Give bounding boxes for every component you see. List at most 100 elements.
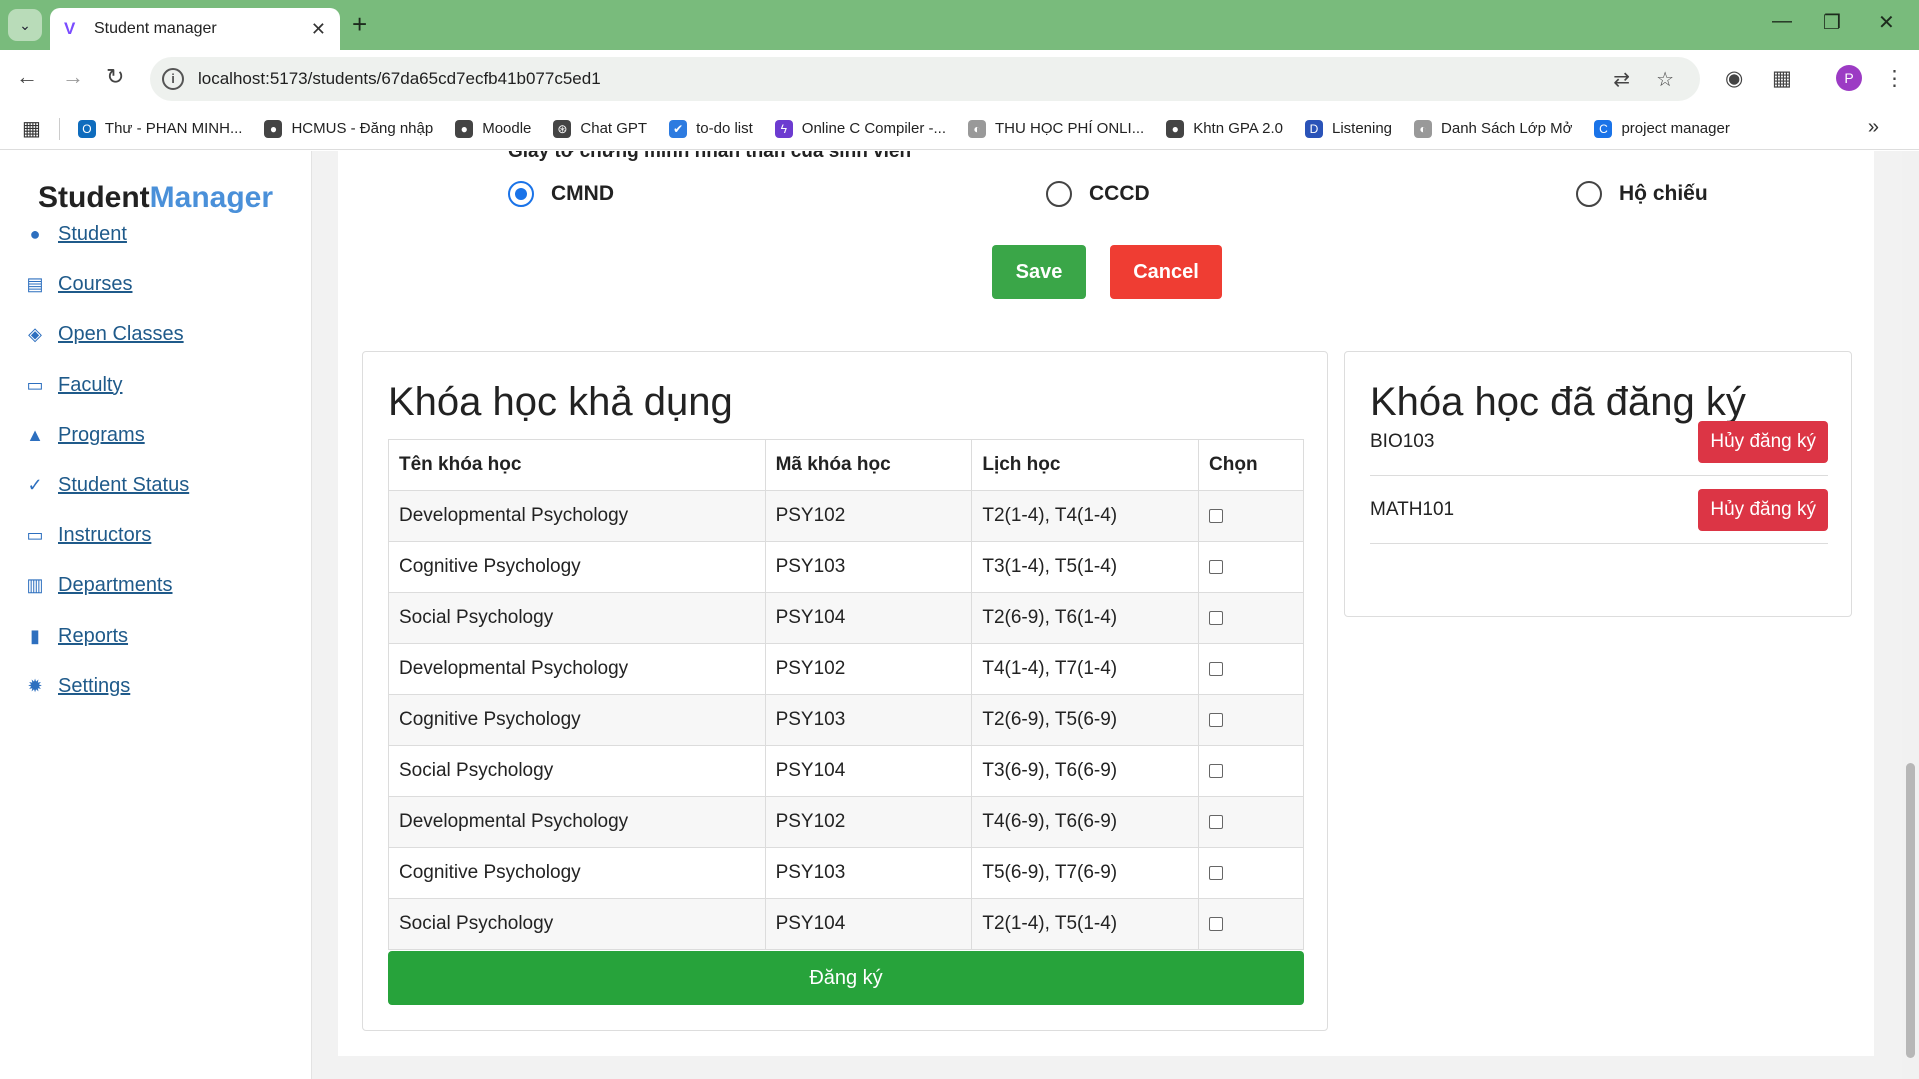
id-type-option[interactable]: CMND	[508, 181, 614, 207]
course-checkbox[interactable]	[1209, 712, 1224, 727]
star-icon[interactable]: ☆	[1656, 67, 1674, 92]
table-row: Developmental Psychology PSY102 T4(6-9), T…	[388, 796, 1304, 848]
cancel-button[interactable]: Cancel	[1110, 245, 1222, 299]
course-code-cell: PSY102	[764, 490, 973, 542]
browser-tab[interactable]: V Student manager ✕	[50, 8, 340, 50]
translate-icon[interactable]: ⇄	[1613, 67, 1630, 92]
bookmark-item[interactable]: ✔ to-do list	[669, 119, 753, 138]
course-schedule-cell: T5(6-9), T7(6-9)	[971, 847, 1200, 899]
more-bookmarks-icon[interactable]: »	[1868, 116, 1879, 139]
close-icon[interactable]: ✕	[311, 19, 326, 40]
table-row: Social Psychology PSY104 T2(1-4), T5(1-4)	[388, 898, 1304, 950]
forward-button[interactable]: →	[62, 64, 84, 90]
bookmark-item[interactable]: Cproject manager	[1594, 119, 1730, 138]
bookmark-item[interactable]: ϟ Online C Compiler -...	[774, 119, 946, 138]
bookmark-label: to-do list	[696, 120, 753, 137]
id-type-option[interactable]: CCCD	[1046, 181, 1150, 207]
course-schedule-cell: T2(6-9), T5(6-9)	[971, 694, 1200, 746]
sidebar-item-departments[interactable]: ▥ Departments	[24, 574, 172, 597]
back-button[interactable]: ←	[16, 64, 38, 90]
menu-icon[interactable]: ⋮	[1884, 66, 1905, 91]
check-icon: ✔	[669, 119, 688, 138]
d-icon: D	[1304, 119, 1323, 138]
chevron-down-icon: ⌄	[19, 16, 31, 33]
course-code-cell: PSY103	[764, 847, 973, 899]
course-checkbox[interactable]	[1209, 661, 1224, 676]
course-code-cell: PSY103	[764, 541, 973, 593]
sidebar-item-courses[interactable]: ▤ Courses	[24, 273, 132, 296]
gear-icon: ✹	[27, 675, 43, 696]
course-code-cell: PSY102	[764, 643, 973, 695]
new-tab-button[interactable]: +	[352, 10, 367, 38]
table-row: Social Psychology PSY104 T3(6-9), T6(6-9)	[388, 745, 1304, 797]
camera-icon[interactable]: ◉	[1725, 66, 1743, 91]
table-header: Tên khóa học Mã khóa học Lịch học Chọn	[388, 439, 1304, 491]
extensions-icon[interactable]: ▦	[1772, 66, 1792, 91]
course-code-cell: PSY104	[764, 898, 973, 950]
outlook-icon: O	[77, 119, 96, 138]
course-checkbox[interactable]	[1209, 508, 1224, 523]
radio-button[interactable]	[1046, 181, 1072, 207]
course-code: BIO103	[1370, 430, 1435, 452]
close-window-button[interactable]: ✕	[1878, 10, 1895, 35]
bookmark-item[interactable]: ● HCMUS - Đăng nhập	[264, 119, 434, 138]
address-bar[interactable]: i localhost:5173/students/67da65cd7ecfb4…	[150, 57, 1700, 101]
bookmark-item[interactable]: D Listening	[1304, 119, 1392, 138]
save-button[interactable]: Save	[992, 245, 1086, 299]
radio-button[interactable]	[508, 181, 534, 207]
unregister-button[interactable]: Hủy đăng ký	[1698, 488, 1828, 531]
page-scrollbar[interactable]	[1902, 151, 1919, 1079]
course-schedule-cell: T4(1-4), T7(1-4)	[971, 643, 1200, 695]
course-code-cell: PSY104	[764, 745, 973, 797]
course-checkbox[interactable]	[1209, 610, 1224, 625]
register-button[interactable]: Đăng ký	[388, 951, 1304, 1005]
bookmark-item[interactable]: ◐ THU HỌC PHÍ ONLI...	[968, 119, 1145, 138]
course-checkbox[interactable]	[1209, 763, 1224, 778]
brand-logo[interactable]: StudentManager	[38, 181, 273, 215]
course-schedule-cell: T3(1-4), T5(1-4)	[971, 541, 1200, 593]
sidebar-item-reports[interactable]: ▮ Reports	[24, 625, 128, 648]
column-header: Chọn	[1198, 439, 1304, 491]
sidebar-item-student-status[interactable]: ✓ Student Status	[24, 474, 189, 497]
main-content: Giấy tờ chứng minh nhân thân của sinh vi…	[338, 151, 1874, 1056]
sidebar-item-student[interactable]: ● Student	[24, 223, 127, 246]
sidebar-item-open-classes[interactable]: ◈ Open Classes	[24, 323, 184, 346]
minimize-button[interactable]: —	[1772, 10, 1792, 33]
profile-avatar[interactable]: P	[1836, 65, 1862, 91]
sidebar-item-programs[interactable]: ▲ Programs	[24, 424, 145, 447]
course-schedule-cell: T2(1-4), T5(1-4)	[971, 898, 1200, 950]
restore-button[interactable]: ❐	[1823, 10, 1841, 35]
course-name-cell: Developmental Psychology	[388, 490, 766, 542]
select-cell	[1198, 643, 1304, 695]
course-checkbox[interactable]	[1209, 814, 1224, 829]
divider	[58, 117, 60, 140]
reload-button[interactable]: ↻	[106, 64, 124, 90]
scroll-thumb[interactable]	[1906, 763, 1915, 1058]
tab-search-button[interactable]: ⌄	[8, 9, 42, 41]
registered-course-item: MATH101 Hủy đăng ký	[1370, 476, 1828, 544]
select-cell	[1198, 898, 1304, 950]
bookmark-item[interactable]: ● Moodle	[455, 119, 531, 138]
globe-icon: ●	[1166, 119, 1185, 138]
bookmark-label: HCMUS - Đăng nhập	[291, 120, 434, 137]
course-checkbox[interactable]	[1209, 916, 1224, 931]
table-row: Cognitive Psychology PSY103 T3(1-4), T5(1-…	[388, 541, 1304, 593]
bookmark-label: THU HỌC PHÍ ONLI...	[995, 120, 1145, 137]
unregister-button[interactable]: Hủy đăng ký	[1698, 420, 1828, 463]
site-info-icon[interactable]: i	[162, 68, 184, 90]
sidebar-item-faculty[interactable]: ▭ Faculty	[24, 374, 122, 397]
course-checkbox[interactable]	[1209, 865, 1224, 880]
bookmark-item[interactable]: ● Khtn GPA 2.0	[1166, 119, 1283, 138]
bookmark-item[interactable]: ⊛ Chat GPT	[553, 119, 647, 138]
column-header: Mã khóa học	[764, 439, 973, 491]
sidebar-item-instructors[interactable]: ▭ Instructors	[24, 524, 151, 547]
select-cell	[1198, 592, 1304, 644]
bookmark-item[interactable]: O Thư - PHAN MINH...	[77, 119, 242, 138]
id-type-option[interactable]: Hộ chiếu	[1576, 181, 1708, 207]
bookmark-item[interactable]: ◐ Danh Sách Lớp Mở	[1414, 119, 1572, 138]
course-checkbox[interactable]	[1209, 559, 1224, 574]
apps-icon[interactable]: ▦	[22, 116, 41, 141]
radio-button[interactable]	[1576, 181, 1602, 207]
sidebar-item-settings[interactable]: ✹ Settings	[24, 675, 130, 698]
page-icon: ◐	[1414, 119, 1433, 138]
